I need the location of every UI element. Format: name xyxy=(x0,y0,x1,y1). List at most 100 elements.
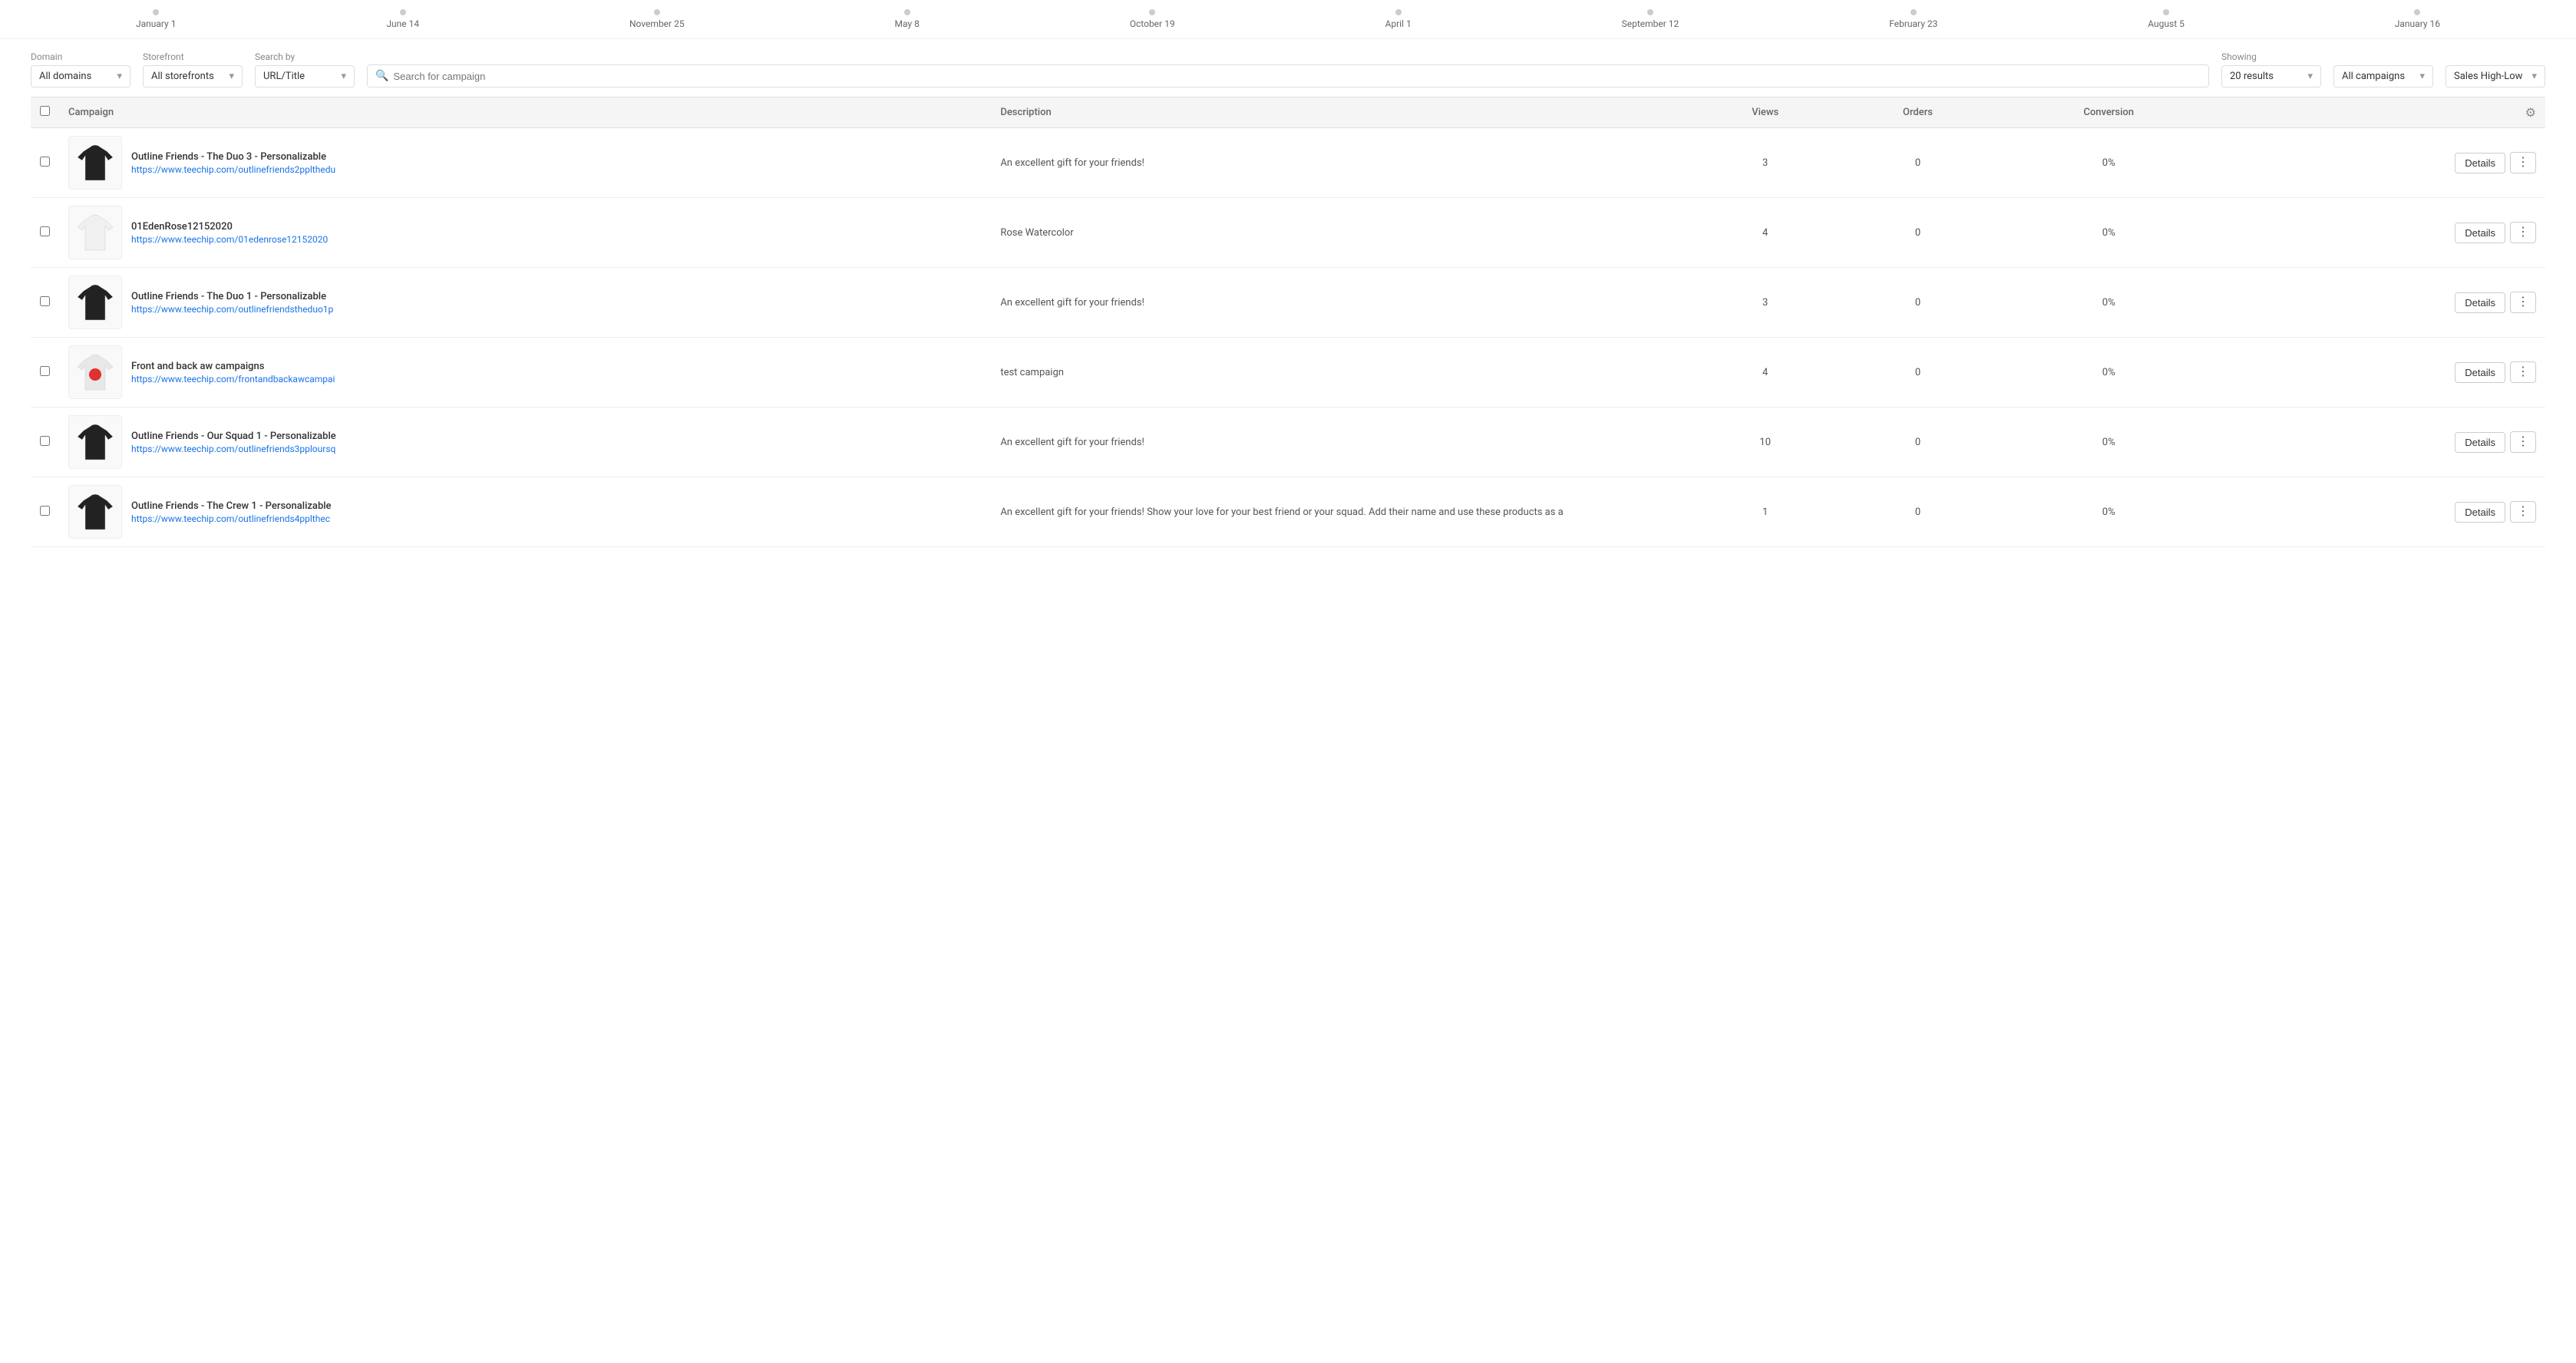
details-button[interactable]: Details xyxy=(2455,432,2505,453)
campaign-cell: Outline Friends - Our Squad 1 - Personal… xyxy=(59,408,991,477)
conversion-cell: 0% xyxy=(1996,198,2221,268)
timeline-dot xyxy=(1395,9,1402,15)
campaigns-value: All campaigns xyxy=(2342,71,2405,82)
search-icon: 🔍 xyxy=(375,70,388,82)
campaigns-select[interactable]: All campaigns ▾ xyxy=(2333,65,2433,87)
chevron-down-icon: ▾ xyxy=(2419,71,2425,82)
timeline-item: November 25 xyxy=(629,9,685,29)
col-description: Description xyxy=(991,97,1691,128)
details-button[interactable]: Details xyxy=(2455,362,2505,383)
more-options-button[interactable]: ⋮ xyxy=(2510,152,2536,173)
chevron-down-icon: ▾ xyxy=(2307,71,2313,82)
col-actions: ⚙ xyxy=(2221,97,2545,128)
campaign-info: Outline Friends - The Duo 1 - Personaliz… xyxy=(131,291,333,315)
search-input[interactable] xyxy=(393,71,2201,82)
campaign-url[interactable]: https://www.teechip.com/outlinefriends3p… xyxy=(131,444,336,454)
conversion-cell: 0% xyxy=(1996,268,2221,338)
timeline-dot xyxy=(400,9,406,15)
row-checkbox[interactable] xyxy=(40,226,50,236)
views-cell: 4 xyxy=(1692,338,1839,408)
campaign-info: Outline Friends - Our Squad 1 - Personal… xyxy=(131,431,336,454)
showing-label: Showing xyxy=(2221,51,2321,62)
search-group: 🔍 xyxy=(367,64,2209,87)
conversion-cell: 0% xyxy=(1996,338,2221,408)
actions-cell: Details ⋮ xyxy=(2221,268,2545,338)
campaign-cell: Outline Friends - The Duo 3 - Personaliz… xyxy=(59,128,991,198)
domain-select[interactable]: All domains ▾ xyxy=(31,65,130,87)
timeline-dot xyxy=(153,9,159,15)
conversion-cell: 0% xyxy=(1996,128,2221,198)
details-button[interactable]: Details xyxy=(2455,502,2505,523)
orders-cell: 0 xyxy=(1839,268,1996,338)
campaign-url[interactable]: https://www.teechip.com/01edenrose121520… xyxy=(131,234,328,245)
sort-value: Sales High-Low xyxy=(2454,71,2522,82)
campaign-url[interactable]: https://www.teechip.com/outlinefriendsth… xyxy=(131,304,333,315)
storefront-value: All storefronts xyxy=(151,71,214,82)
sort-select[interactable]: Sales High-Low ▾ xyxy=(2446,65,2545,87)
timeline-item: February 23 xyxy=(1889,9,1937,29)
orders-cell: 0 xyxy=(1839,128,1996,198)
col-conversion: Conversion xyxy=(1996,97,2221,128)
conversion-cell: 0% xyxy=(1996,408,2221,477)
row-checkbox[interactable] xyxy=(40,296,50,306)
row-checkbox[interactable] xyxy=(40,436,50,446)
more-options-button[interactable]: ⋮ xyxy=(2510,501,2536,523)
campaigns-filter-group: All campaigns ▾ xyxy=(2333,53,2433,87)
campaign-image xyxy=(68,136,122,190)
timeline-item: October 19 xyxy=(1130,9,1175,29)
timeline-item: May 8 xyxy=(895,9,920,29)
details-button[interactable]: Details xyxy=(2455,223,2505,243)
description-cell: An excellent gift for your friends! Show… xyxy=(991,477,1691,547)
searchby-select[interactable]: URL/Title ▾ xyxy=(255,65,355,87)
campaign-name: 01EdenRose12152020 xyxy=(131,221,328,233)
campaign-image xyxy=(68,345,122,399)
showing-select[interactable]: 20 results ▾ xyxy=(2221,65,2321,87)
more-options-button[interactable]: ⋮ xyxy=(2510,361,2536,383)
campaign-name: Outline Friends - Our Squad 1 - Personal… xyxy=(131,431,336,442)
filters-bar: Domain All domains ▾ Storefront All stor… xyxy=(0,39,2576,97)
timeline-item: January 1 xyxy=(136,9,177,29)
details-button[interactable]: Details xyxy=(2455,292,2505,313)
chevron-down-icon: ▾ xyxy=(229,71,234,82)
campaign-name: Outline Friends - The Duo 3 - Personaliz… xyxy=(131,151,335,163)
details-button[interactable]: Details xyxy=(2455,153,2505,173)
more-options-button[interactable]: ⋮ xyxy=(2510,222,2536,243)
row-checkbox[interactable] xyxy=(40,366,50,376)
actions-cell: Details ⋮ xyxy=(2221,477,2545,547)
storefront-select[interactable]: All storefronts ▾ xyxy=(143,65,243,87)
campaign-url[interactable]: https://www.teechip.com/outlinefriends4p… xyxy=(131,513,332,524)
campaign-cell: Front and back aw campaigns https://www.… xyxy=(59,338,991,408)
timeline-dot xyxy=(2163,9,2169,15)
table-row: Front and back aw campaigns https://www.… xyxy=(31,338,2545,408)
showing-value: 20 results xyxy=(2230,71,2274,82)
campaign-image xyxy=(68,276,122,329)
timeline-item: January 16 xyxy=(2395,9,2440,29)
timeline-dot xyxy=(1149,9,1155,15)
actions-cell: Details ⋮ xyxy=(2221,408,2545,477)
row-checkbox[interactable] xyxy=(40,157,50,167)
views-cell: 3 xyxy=(1692,128,1839,198)
actions-cell: Details ⋮ xyxy=(2221,338,2545,408)
campaign-name: Outline Friends - The Crew 1 - Personali… xyxy=(131,500,332,512)
campaign-url[interactable]: https://www.teechip.com/frontandbackawca… xyxy=(131,374,335,384)
table-row: Outline Friends - Our Squad 1 - Personal… xyxy=(31,408,2545,477)
timeline-dot xyxy=(1911,9,1917,15)
campaign-cell: Outline Friends - The Duo 1 - Personaliz… xyxy=(59,268,991,338)
campaigns-table-container: Campaign Description Views Orders Conver… xyxy=(0,97,2576,547)
row-checkbox[interactable] xyxy=(40,506,50,516)
search-box: 🔍 xyxy=(367,64,2209,87)
row-checkbox-cell xyxy=(31,128,59,198)
timeline-item: September 12 xyxy=(1622,9,1679,29)
timeline-item: August 5 xyxy=(2148,9,2185,29)
campaigns-table: Campaign Description Views Orders Conver… xyxy=(31,97,2545,547)
more-options-button[interactable]: ⋮ xyxy=(2510,431,2536,453)
gear-icon[interactable]: ⚙ xyxy=(2525,105,2536,120)
select-all-checkbox[interactable] xyxy=(40,106,50,116)
searchby-filter-group: Search by URL/Title ▾ xyxy=(255,51,355,87)
campaign-image xyxy=(68,485,122,539)
more-options-button[interactable]: ⋮ xyxy=(2510,292,2536,313)
sort-filter-group: Sales High-Low ▾ xyxy=(2446,53,2545,87)
description-cell: An excellent gift for your friends! xyxy=(991,408,1691,477)
storefront-label: Storefront xyxy=(143,51,243,62)
campaign-url[interactable]: https://www.teechip.com/outlinefriends2p… xyxy=(131,164,335,175)
